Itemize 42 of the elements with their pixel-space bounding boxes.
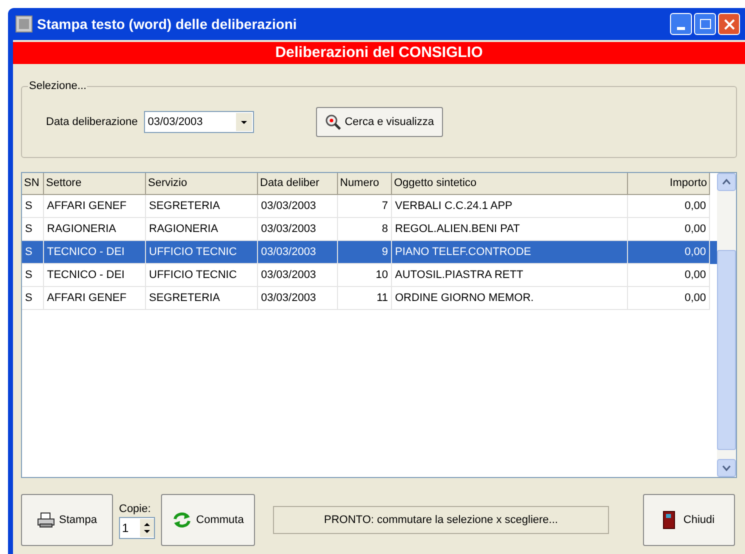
close-window-button[interactable]: Chiudi [643,494,735,546]
copies-spinner[interactable]: 1 [119,517,155,540]
search-button[interactable]: Cerca e visualizza [316,107,443,137]
maximize-button[interactable] [694,13,716,35]
window-title: Stampa testo (word) delle deliberazioni [37,14,297,34]
app-icon [15,15,33,33]
toggle-button[interactable]: Commuta [161,494,255,546]
close-icon [724,18,734,30]
column-header[interactable]: SN [22,173,44,195]
print-button[interactable]: Stampa [21,494,113,546]
table-cell: 0,00 [628,287,710,310]
date-label: Data deliberazione [46,114,138,130]
column-header[interactable]: Importo [628,173,710,195]
scroll-down-icon[interactable] [717,459,736,477]
maximize-icon [700,19,710,29]
column-header[interactable]: Settore [44,173,146,195]
status-field: PRONTO: commutare la selezione x scegliere... [273,506,609,534]
table-cell: S [22,287,44,310]
scrollbar[interactable] [717,173,736,477]
door-icon [663,511,676,529]
table-row[interactable]: S TECNICO - DEI UFFICIO TECNIC 03/03/2003 9 PIANO TELEF.CONTRODE 0,00 [22,241,717,264]
minimize-button[interactable] [670,13,692,35]
close-button[interactable] [718,13,740,35]
date-dropdown[interactable]: 03/03/2003 [144,111,254,133]
table-cell: 03/03/2003 [258,287,338,310]
copies-label: Copie: [119,502,151,517]
refresh-arrows-icon [172,511,192,529]
column-header[interactable]: Data deliber [258,173,338,195]
spinner-arrows-icon [140,519,154,538]
scroll-thumb[interactable] [717,250,736,450]
table-cell: 11 [338,287,392,310]
minimize-icon [677,27,685,30]
table-cell: AFFARI GENEF [44,287,146,310]
table-cell: SEGRETERIA [146,287,258,310]
magnifier-icon [324,114,341,130]
table-cell: ORDINE GIORNO MEMOR. [392,287,628,310]
banner: Deliberazioni del CONSIGLIO [13,42,745,64]
column-header[interactable]: Oggetto sintetico [392,173,628,195]
scroll-up-icon[interactable] [717,173,736,191]
column-header[interactable]: Numero [338,173,392,195]
column-header[interactable]: Servizio [146,173,258,195]
printer-icon [37,512,56,528]
